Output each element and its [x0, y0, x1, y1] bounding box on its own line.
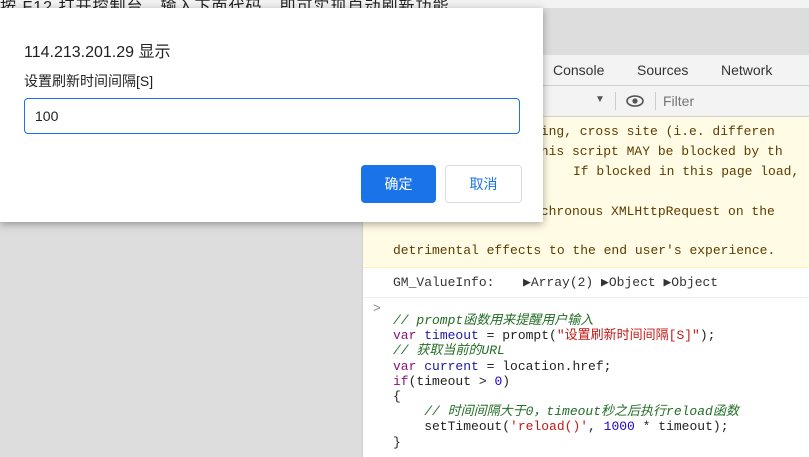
code-variable: timeout	[424, 328, 479, 344]
warning-line: this script MAY be blocked by th	[533, 144, 783, 159]
code-string: "设置刷新时间间隔[S]"	[556, 328, 700, 344]
log-label: GM_ValueInfo:	[393, 275, 495, 290]
code-text: }	[393, 434, 401, 450]
prompt-input[interactable]	[24, 98, 520, 134]
ok-button[interactable]: 确定	[361, 165, 436, 203]
eye-icon[interactable]	[625, 92, 645, 110]
code-comment: // prompt函数用来提醒用户输入	[393, 313, 594, 328]
dialog-title: 114.213.201.29 显示	[24, 44, 171, 61]
code-text: = location.href;	[478, 358, 612, 374]
code-text: setTimeout(	[393, 419, 511, 435]
code-number: 1000	[603, 419, 635, 435]
code-text: = prompt(	[478, 328, 557, 344]
code-text: ,	[588, 419, 604, 435]
tab-console[interactable]: Console	[553, 55, 604, 85]
code-text: );	[699, 328, 716, 344]
warning-line: If blocked in this page load,	[573, 164, 800, 179]
tab-network[interactable]: Network	[721, 55, 772, 85]
context-dropdown-arrow-icon[interactable]: ▼	[595, 94, 605, 105]
warning-line: detrimental effects to the end user's ex…	[393, 243, 776, 258]
toolbar-divider	[655, 92, 656, 110]
console-prompt-caret: >	[373, 301, 381, 316]
console-filter-input[interactable]	[663, 91, 803, 111]
code-comment: // 获取当前的URL	[393, 343, 505, 359]
code-keyword: if	[393, 373, 409, 389]
overlay-top	[543, 8, 809, 55]
warning-line: king, cross site (i.e. differen	[533, 124, 775, 139]
code-text: (timeout >	[408, 373, 495, 389]
code-text: {	[393, 389, 401, 405]
console-log-line: GM_ValueInfo: ▶Array(2) ▶Object ▶Object	[363, 268, 809, 298]
code-string: 'reload()'	[510, 419, 589, 435]
dialog-message: 设置刷新时间间隔[S]	[24, 73, 154, 89]
tab-sources[interactable]: Sources	[637, 55, 688, 85]
overlay-left	[0, 222, 362, 457]
warning-line: nchronous XMLHttpRequest on the	[533, 204, 775, 219]
cancel-button[interactable]: 取消	[445, 165, 522, 203]
code-text: * timeout);	[634, 419, 729, 435]
console-code-input[interactable]: // prompt函数用来提醒用户输入 var timeout = prompt…	[393, 313, 739, 450]
toolbar-divider	[615, 92, 616, 110]
code-comment: // 时间间隔大于0，timeout秒之后执行reload函数	[393, 404, 739, 420]
log-expandable-values[interactable]: ▶Array(2) ▶Object ▶Object	[523, 268, 718, 297]
page-background-strip: 按 F12 打开控制台，输入下面代码，即可实现自动刷新功能	[0, 0, 809, 16]
code-variable: current	[424, 358, 479, 374]
code-text: )	[502, 373, 511, 389]
prompt-dialog: 114.213.201.29 显示 设置刷新时间间隔[S] 确定 取消	[0, 8, 543, 222]
code-keyword: var	[393, 328, 417, 344]
code-keyword: var	[393, 358, 417, 374]
